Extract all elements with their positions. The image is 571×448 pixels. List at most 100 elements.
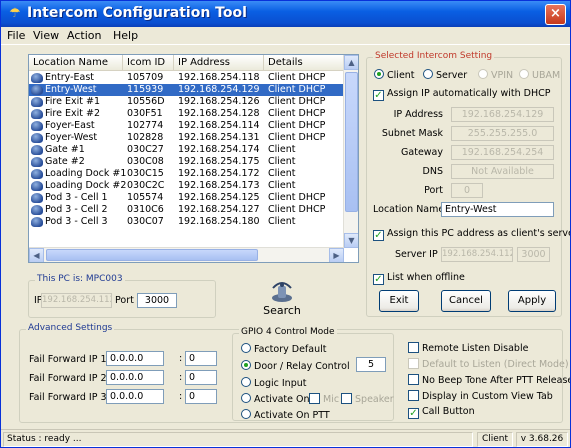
table-row[interactable]: Gate #1 030C27 192.168.254.174 Client — [29, 144, 344, 156]
table-row[interactable]: Foyer-West 102828 192.168.254.131 Client DH… — [29, 132, 344, 144]
close-icon: × — [550, 6, 561, 21]
dns-field: Not Available — [451, 164, 554, 179]
fail-forward-ip2-field[interactable]: 0.0.0.0 — [106, 370, 164, 385]
mode-client-radio[interactable]: Client — [374, 69, 415, 81]
title-bar[interactable]: ☂ Intercom Configuration Tool × — [1, 1, 570, 27]
intercom-list[interactable]: Location Name Icom ID IP Address Details… — [28, 54, 359, 263]
status-mode: Client — [477, 432, 513, 447]
row-id: 10556D — [127, 96, 165, 107]
menu-file[interactable]: File — [7, 29, 25, 42]
column-details[interactable]: Details — [264, 55, 344, 71]
speaker-check-indicator — [341, 393, 352, 404]
row-name: Entry-West — [45, 84, 97, 95]
activate-on-label: Activate On — [254, 394, 310, 405]
mic-checkbox[interactable]: Mic — [309, 393, 339, 405]
scroll-right-button[interactable]: ▶ — [329, 248, 344, 262]
row-name: Gate #1 — [45, 144, 85, 155]
menu-help[interactable]: Help — [113, 29, 138, 42]
pc-port-field[interactable]: 3000 — [137, 293, 177, 308]
row-name: Fire Exit #1 — [45, 96, 100, 107]
fail-forward-port1-field[interactable]: 0 — [185, 351, 217, 366]
speaker-checkbox[interactable]: Speaker — [341, 393, 394, 405]
fail-forward-port3-field[interactable]: 0 — [185, 389, 217, 404]
logic-input-label: Logic Input — [254, 378, 307, 389]
table-row[interactable]: Gate #2 030C08 192.168.254.175 Client — [29, 156, 344, 168]
table-row[interactable]: Loading Dock #2 030C2C 192.168.254.173 Clie… — [29, 180, 344, 192]
apply-button[interactable]: Apply — [508, 290, 556, 312]
scroll-down-button[interactable]: ▼ — [344, 233, 358, 248]
fail-forward-ip2-separator: : — [179, 372, 183, 383]
mode-server-radio[interactable]: Server — [423, 69, 467, 81]
search-button-label: Search — [263, 304, 301, 317]
menu-action[interactable]: Action — [67, 29, 101, 42]
gpio-activate-on-radio[interactable]: Activate On — [241, 393, 309, 405]
table-row[interactable]: Fire Exit #2 030F51 192.168.254.128 Client … — [29, 108, 344, 120]
search-button[interactable]: Search — [257, 280, 307, 322]
column-location-name[interactable]: Location Name — [29, 55, 123, 71]
ubam-radio-indicator — [519, 69, 529, 79]
list-horizontal-scrollbar[interactable]: ◀ ▶ — [29, 247, 344, 262]
close-button[interactable]: × — [545, 4, 566, 25]
table-row[interactable]: Pod 3 - Cell 2 0310C6 192.168.254.127 Clien… — [29, 204, 344, 216]
menu-view[interactable]: View — [33, 29, 59, 42]
exit-button[interactable]: Exit — [379, 290, 419, 312]
horizontal-scroll-thumb[interactable] — [46, 249, 258, 261]
default-to-listen-checkbox: Default to Listen (Direct Mode) — [408, 358, 569, 370]
door-relay-value-field[interactable]: 5 — [356, 357, 386, 372]
dhcp-checkbox[interactable]: ✓ Assign IP automatically with DHCP — [373, 88, 550, 101]
status-text: Status : ready ... — [3, 432, 473, 447]
list-offline-checkbox[interactable]: ✓ List when offline — [373, 272, 465, 285]
row-details: Client DHCP — [268, 108, 326, 119]
gpio-door-relay-radio[interactable]: Door / Relay Control — [241, 360, 350, 372]
column-icom-id[interactable]: Icom ID — [123, 55, 174, 71]
row-name: Pod 3 - Cell 2 — [45, 204, 108, 215]
table-row[interactable]: Fire Exit #1 10556D 192.168.254.126 Client … — [29, 96, 344, 108]
intercom-icon — [31, 193, 43, 203]
door-relay-radio-indicator — [241, 360, 251, 370]
assign-server-label: Assign this PC address as client's serve… — [387, 228, 571, 239]
column-ip-address[interactable]: IP Address — [174, 55, 264, 71]
table-row[interactable]: Entry-East 105709 192.168.254.118 Client DH… — [29, 72, 344, 84]
location-name-field[interactable]: Entry-West — [441, 202, 554, 217]
call-button-label: Call Button — [422, 406, 475, 417]
mode-vpin-label: VPIN — [491, 70, 514, 81]
cancel-button[interactable]: Cancel — [441, 290, 491, 312]
intercom-icon — [31, 205, 43, 215]
subnet-mask-label: Subnet Mask — [381, 128, 443, 139]
row-id: 115939 — [127, 84, 164, 95]
table-row[interactable]: Entry-West 115939 192.168.254.129 Client DH… — [29, 84, 344, 96]
display-custom-view-checkbox[interactable]: Display in Custom View Tab — [408, 390, 553, 402]
scroll-left-button[interactable]: ◀ — [29, 248, 44, 262]
vertical-scroll-thumb[interactable] — [345, 72, 358, 212]
door-relay-label: Door / Relay Control — [254, 361, 350, 372]
gpio-factory-default-radio[interactable]: Factory Default — [241, 343, 326, 355]
fail-forward-ip1-field[interactable]: 0.0.0.0 — [106, 351, 164, 366]
intercom-icon — [31, 169, 43, 179]
row-details: Client — [268, 168, 296, 179]
row-details: Client — [268, 180, 296, 191]
remote-listen-disable-checkbox[interactable]: Remote Listen Disable — [408, 342, 528, 354]
row-ip: 192.168.254.128 — [178, 108, 260, 119]
fail-forward-port2-field[interactable]: 0 — [185, 370, 217, 385]
table-row[interactable]: Loading Dock #1 030C15 192.168.254.172 Clie… — [29, 168, 344, 180]
activate-on-ptt-label: Activate On PTT — [254, 410, 330, 421]
assign-server-checkbox[interactable]: ✓ Assign this PC address as client's ser… — [373, 228, 571, 241]
scroll-up-button[interactable]: ▲ — [344, 55, 358, 70]
intercom-icon — [31, 97, 43, 107]
gpio-activate-on-ptt-radio[interactable]: Activate On PTT — [241, 409, 330, 421]
no-beep-tone-checkbox[interactable]: No Beep Tone After PTT Released — [408, 374, 570, 386]
table-row[interactable]: Foyer-East 102774 192.168.254.114 Client DH… — [29, 120, 344, 132]
fail-forward-ip3-field[interactable]: 0.0.0.0 — [106, 389, 164, 404]
row-details: Client DHCP — [268, 120, 326, 131]
row-id: 030C15 — [127, 168, 164, 179]
row-ip: 192.168.254.127 — [178, 204, 260, 215]
gpio-logic-input-radio[interactable]: Logic Input — [241, 377, 306, 389]
selected-intercom-label: Selected Intercom Setting — [373, 51, 495, 61]
fail-forward-ip1-separator: : — [179, 353, 183, 364]
row-details: Client — [268, 144, 296, 155]
list-vertical-scrollbar[interactable]: ▲ ▼ — [343, 55, 358, 248]
factory-default-radio-indicator — [241, 343, 251, 353]
table-row[interactable]: Pod 3 - Cell 3 030C07 192.168.254.180 Clien… — [29, 216, 344, 228]
table-row[interactable]: Pod 3 - Cell 1 105574 192.168.254.125 Clien… — [29, 192, 344, 204]
call-button-checkbox[interactable]: ✓ Call Button — [408, 406, 475, 419]
